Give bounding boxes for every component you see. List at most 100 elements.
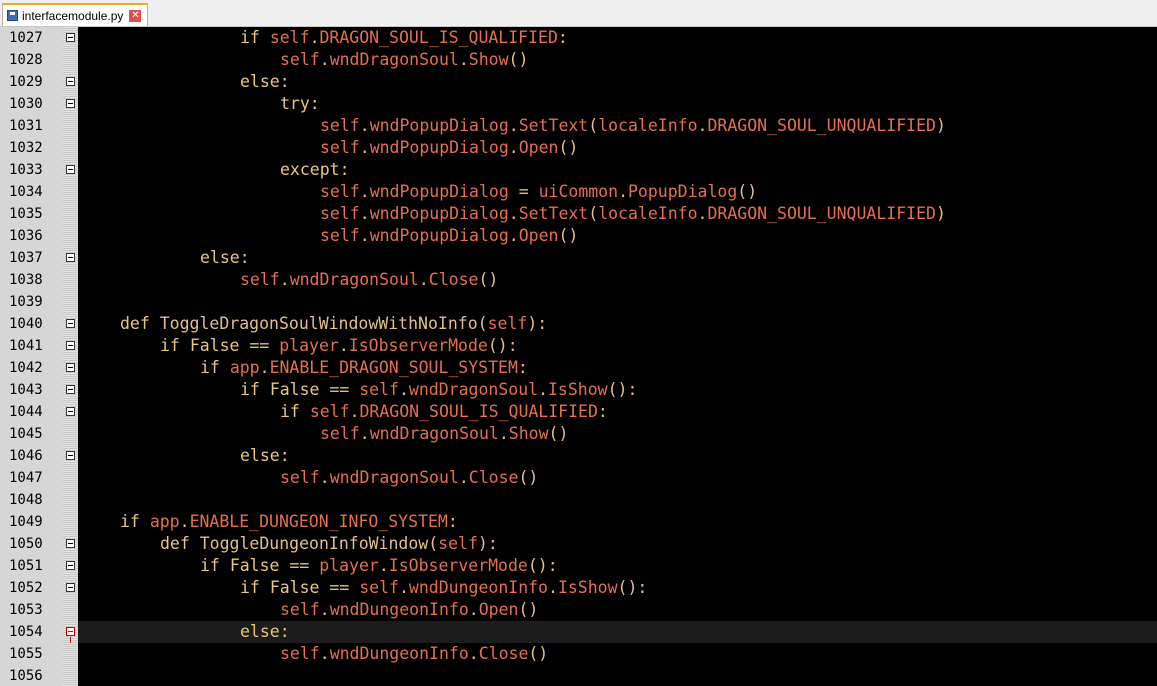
fold-collapse-icon[interactable] [66,99,75,108]
code-line[interactable]: 1052 if False == self.wndDungeonInfo.IsSh… [0,577,1157,599]
fold-margin [62,665,78,686]
code-line[interactable]: 1031 self.wndPopupDialog.SetText(localeIn… [0,115,1157,137]
code-token: . [359,138,370,157]
code-line[interactable]: 1050 def ToggleDungeonInfoWindow(self): [0,533,1157,555]
code-line[interactable]: 1041 if False == player.IsObserverMode(): [0,335,1157,357]
code-line[interactable]: 1027 if self.DRAGON_SOUL_IS_QUALIFIED: [0,27,1157,49]
code-line[interactable]: 1036 self.wndPopupDialog.Open() [0,225,1157,247]
fold-collapse-icon[interactable] [66,253,75,262]
code-line[interactable]: 1055 self.wndDungeonInfo.Close() [0,643,1157,665]
code-area[interactable]: self.wndDungeonInfo.Open() [78,599,1157,621]
fold-collapse-icon[interactable] [66,407,75,416]
code-line[interactable]: 1042 if app.ENABLE_DRAGON_SOUL_SYSTEM: [0,357,1157,379]
code-area[interactable]: self.wndDragonSoul.Show() [78,49,1157,71]
code-line[interactable]: 1033 except: [0,159,1157,181]
code-token: () [518,600,539,619]
fold-collapse-icon[interactable] [66,561,75,570]
fold-collapse-icon[interactable] [66,451,75,460]
code-line[interactable]: 1049 if app.ENABLE_DUNGEON_INFO_SYSTEM: [0,511,1157,533]
fold-collapse-icon[interactable] [66,583,75,592]
close-icon[interactable]: ✕ [129,9,142,22]
code-area[interactable]: try: [78,93,1157,115]
fold-collapse-icon[interactable] [66,165,75,174]
code-line[interactable]: 1045 self.wndDragonSoul.Show() [0,423,1157,445]
code-area[interactable]: if self.DRAGON_SOUL_IS_QUALIFIED: [78,27,1157,49]
code-line[interactable]: 1054 else: [0,621,1157,643]
code-text: self.wndDragonSoul.Close() [240,269,498,291]
fold-collapse-icon[interactable] [66,385,75,394]
code-area[interactable]: def ToggleDragonSoulWindowWithNoInfo(sel… [78,313,1157,335]
code-text: if False == player.IsObserverMode(): [200,555,558,577]
code-area[interactable] [78,489,1157,511]
fold-collapse-icon[interactable] [66,33,75,42]
code-line[interactable]: 1048 [0,489,1157,511]
code-area[interactable]: def ToggleDungeonInfoWindow(self): [78,533,1157,555]
code-line[interactable]: 1039 [0,291,1157,313]
code-area[interactable]: if app.ENABLE_DRAGON_SOUL_SYSTEM: [78,357,1157,379]
code-area[interactable]: self.wndPopupDialog = uiCommon.PopupDial… [78,181,1157,203]
code-area[interactable]: self.wndPopupDialog.Open() [78,225,1157,247]
fold-collapse-icon[interactable] [66,539,75,548]
code-area[interactable]: self.wndDungeonInfo.Close() [78,643,1157,665]
code-line[interactable]: 1038 self.wndDragonSoul.Close() [0,269,1157,291]
fold-margin [62,621,78,643]
code-area[interactable]: self.wndPopupDialog.SetText(localeInfo.D… [78,115,1157,137]
code-line[interactable]: 1032 self.wndPopupDialog.Open() [0,137,1157,159]
fold-margin [62,467,78,489]
code-text: except: [280,159,350,181]
code-area[interactable]: if self.DRAGON_SOUL_IS_QUALIFIED: [78,401,1157,423]
code-area[interactable]: if app.ENABLE_DUNGEON_INFO_SYSTEM: [78,511,1157,533]
code-line[interactable]: 1029 else: [0,71,1157,93]
code-token: wndPopupDialog [369,182,509,201]
code-line[interactable]: 1044 if self.DRAGON_SOUL_IS_QUALIFIED: [0,401,1157,423]
code-area[interactable]: if False == self.wndDungeonInfo.IsShow()… [78,577,1157,599]
fold-margin [62,577,78,599]
code-line[interactable]: 1056 [0,665,1157,686]
code-area[interactable]: if False == player.IsObserverMode(): [78,335,1157,357]
code-line[interactable]: 1037 else: [0,247,1157,269]
code-line[interactable]: 1034 self.wndPopupDialog = uiCommon.Popup… [0,181,1157,203]
code-area[interactable]: self.wndDragonSoul.Show() [78,423,1157,445]
fold-collapse-icon[interactable] [66,341,75,350]
code-area[interactable]: if False == player.IsObserverMode(): [78,555,1157,577]
code-area[interactable]: self.wndPopupDialog.Open() [78,137,1157,159]
line-number: 1051 [0,555,62,577]
fold-margin [62,555,78,577]
code-token: . [468,644,479,663]
code-line[interactable]: 1035 self.wndPopupDialog.SetText(localeIn… [0,203,1157,225]
code-text: self.wndDragonSoul.Show() [280,49,528,71]
code-area[interactable]: if False == self.wndDragonSoul.IsShow(): [78,379,1157,401]
code-line[interactable]: 1047 self.wndDragonSoul.Close() [0,467,1157,489]
code-line[interactable]: 1028 self.wndDragonSoul.Show() [0,49,1157,71]
code-token: if [160,336,190,355]
fold-margin [62,291,78,313]
code-area[interactable]: self.wndDragonSoul.Close() [78,269,1157,291]
fold-collapse-icon[interactable] [66,319,75,328]
code-text: self.wndDragonSoul.Close() [280,467,538,489]
code-line[interactable]: 1053 self.wndDungeonInfo.Open() [0,599,1157,621]
fold-collapse-icon[interactable] [66,363,75,372]
code-area[interactable]: except: [78,159,1157,181]
fold-collapse-icon[interactable] [66,627,75,636]
code-text: else: [240,621,290,643]
code-token: app [229,358,260,377]
line-number: 1043 [0,379,62,401]
code-line[interactable]: 1043 if False == self.wndDragonSoul.IsSho… [0,379,1157,401]
code-editor[interactable]: 1027 if self.DRAGON_SOUL_IS_QUALIFIED: 102… [0,27,1157,686]
code-line[interactable]: 1051 if False == player.IsObserverMode(): [0,555,1157,577]
code-area[interactable]: else: [78,247,1157,269]
fold-collapse-icon[interactable] [66,77,75,86]
code-line[interactable]: 1030 try: [0,93,1157,115]
code-area[interactable]: else: [78,621,1157,643]
code-token: . [508,116,519,135]
code-area[interactable]: self.wndPopupDialog.SetText(localeInfo.D… [78,203,1157,225]
code-area[interactable] [78,291,1157,313]
code-line[interactable]: 1040 def ToggleDragonSoulWindowWithNoInfo… [0,313,1157,335]
code-token: . [458,50,469,69]
code-area[interactable]: else: [78,71,1157,93]
tab-interfacemodule[interactable]: interfacemodule.py ✕ [2,3,149,26]
code-line[interactable]: 1046 else: [0,445,1157,467]
code-area[interactable] [78,665,1157,686]
code-area[interactable]: self.wndDragonSoul.Close() [78,467,1157,489]
code-area[interactable]: else: [78,445,1157,467]
